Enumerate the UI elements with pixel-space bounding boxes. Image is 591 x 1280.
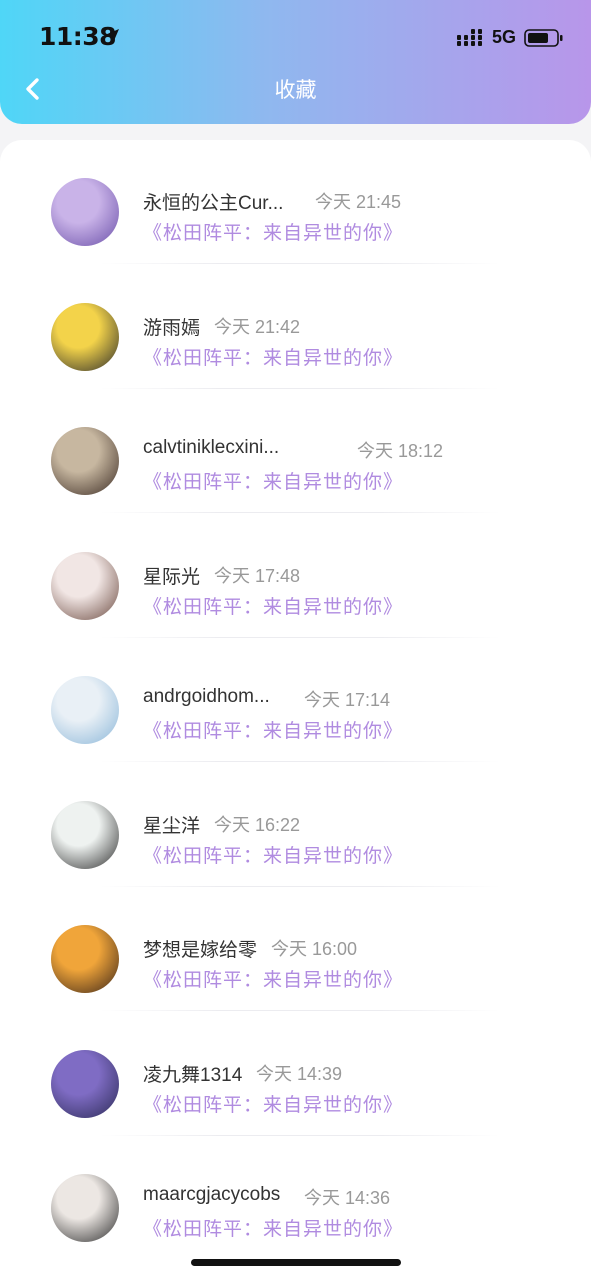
user-avatar[interactable]: [51, 925, 119, 993]
favorite-time: 今天 14:39: [256, 1063, 343, 1084]
user-avatar[interactable]: [51, 1049, 119, 1118]
favorite-time: 今天 16:00: [271, 939, 358, 959]
page-title: 收藏: [274, 79, 317, 102]
favorite-row[interactable]: andrgoidhom... 今天 17:14 《松田阵平：来自异世的你》: [0, 638, 591, 762]
work-title-link[interactable]: 《松田阵平：来自异世的你》: [143, 343, 403, 370]
favorite-time: 今天 16:22: [214, 814, 301, 835]
signal-icon: [457, 29, 482, 46]
work-title-link[interactable]: 《松田阵平：来自异世的你》: [143, 1214, 403, 1241]
user-avatar[interactable]: [51, 800, 119, 869]
user-name[interactable]: 梦想是嫁给零: [143, 935, 257, 962]
favorite-row[interactable]: calvtiniklecxini... 今天 18:12 《松田阵平：来自异世的你》: [0, 389, 591, 513]
user-avatar[interactable]: [51, 178, 119, 246]
favorite-row[interactable]: 凌九舞1314 今天 14:39 《松田阵平：来自异世的你》: [0, 1012, 591, 1136]
work-title-link[interactable]: 《松田阵平：来自异世的你》: [143, 1090, 403, 1117]
user-name[interactable]: 星尘洋: [143, 811, 200, 838]
top-header: 11:38 5G 收藏: [0, 0, 591, 124]
user-name[interactable]: 游雨嫣: [143, 313, 200, 340]
user-name[interactable]: 凌九舞1314: [143, 1060, 242, 1087]
work-title-link[interactable]: 《松田阵平：来自异世的你》: [143, 965, 403, 992]
favorites-card: 永恒的公主Cur... 今天 21:45 《松田阵平：来自异世的你》 游雨嫣 今天 21…: [0, 140, 591, 1280]
user-name[interactable]: andrgoidhom...: [143, 686, 270, 708]
favorite-row[interactable]: 星尘洋 今天 16:22 《松田阵平：来自异世的你》: [0, 763, 591, 887]
user-name[interactable]: calvtiniklecxini...: [143, 437, 279, 459]
favorite-time: 今天 14:36: [304, 1188, 391, 1208]
favorite-time: 今天 21:42: [214, 316, 301, 337]
user-avatar[interactable]: [51, 302, 119, 371]
user-name[interactable]: maarcgjacycobs: [143, 1184, 280, 1206]
favorite-row[interactable]: 永恒的公主Cur... 今天 21:45 《松田阵平：来自异世的你》: [0, 140, 591, 264]
user-avatar[interactable]: [51, 1174, 119, 1242]
status-bar: 11:38 5G: [0, 0, 591, 70]
work-title-link[interactable]: 《松田阵平：来自异世的你》: [143, 467, 403, 494]
user-avatar[interactable]: [51, 427, 119, 495]
user-avatar[interactable]: [51, 676, 119, 744]
user-name[interactable]: 永恒的公主Cur...: [143, 188, 283, 215]
favorite-time: 今天 17:14: [304, 690, 391, 710]
work-title-link[interactable]: 《松田阵平：来自异世的你》: [143, 716, 403, 743]
battery-icon: [524, 29, 563, 47]
work-title-link[interactable]: 《松田阵平：来自异世的你》: [143, 218, 403, 245]
user-name[interactable]: 星际光: [143, 562, 200, 589]
network-type: 5G: [492, 27, 517, 47]
favorite-row[interactable]: 梦想是嫁给零 今天 16:00 《松田阵平：来自异世的你》: [0, 887, 591, 1011]
favorite-time: 今天 21:45: [315, 192, 402, 212]
favorite-time: 今天 18:12: [357, 441, 444, 461]
work-title-link[interactable]: 《松田阵平：来自异世的你》: [143, 841, 403, 868]
user-avatar[interactable]: [51, 551, 119, 620]
favorite-row[interactable]: 星际光 今天 17:48 《松田阵平：来自异世的你》: [0, 514, 591, 638]
home-indicator: [191, 1259, 401, 1266]
favorite-time: 今天 17:48: [214, 565, 301, 586]
work-title-link[interactable]: 《松田阵平：来自异世的你》: [143, 592, 403, 619]
favorite-row[interactable]: maarcgjacycobs 今天 14:36 《松田阵平：来自异世的你》: [0, 1136, 591, 1260]
favorite-row[interactable]: 游雨嫣 今天 21:42 《松田阵平：来自异世的你》: [0, 265, 591, 389]
location-arrow-icon: [105, 29, 119, 43]
